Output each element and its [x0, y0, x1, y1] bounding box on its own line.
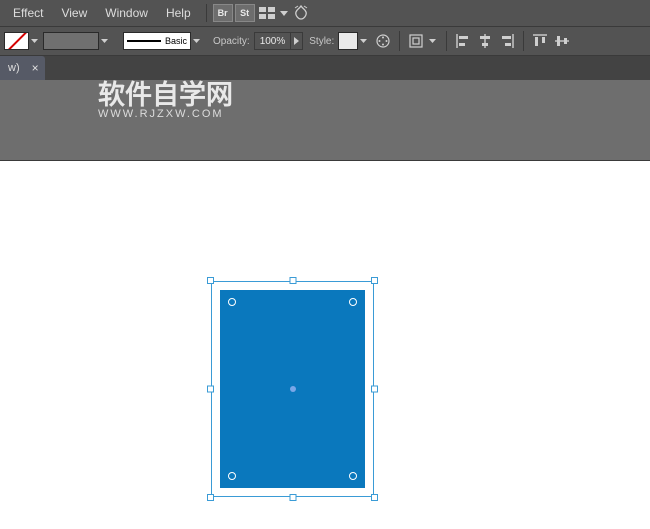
opacity-chevron-icon[interactable]	[291, 32, 303, 50]
artboard-edge	[0, 160, 650, 161]
resize-handle[interactable]	[289, 494, 296, 501]
watermark-cn: 软件自学网	[98, 80, 233, 110]
bridge-icon[interactable]: Br	[213, 4, 233, 22]
chevron-down-icon[interactable]	[279, 4, 289, 22]
brush-definition[interactable]: Basic	[123, 32, 191, 50]
document-tab-label: w)	[8, 62, 20, 74]
watermark: 软件自学网 WWW.RJZXW.COM	[98, 80, 233, 120]
gpu-preview-icon[interactable]	[291, 4, 311, 22]
separator	[399, 31, 400, 51]
separator	[446, 31, 447, 51]
stroke-style-label: Basic	[165, 36, 187, 46]
opacity-label: Opacity:	[213, 36, 250, 47]
align-left-icon[interactable]	[452, 30, 474, 52]
stroke-swatch[interactable]	[43, 32, 99, 50]
menu-window[interactable]: Window	[96, 0, 157, 26]
resize-handle[interactable]	[371, 277, 378, 284]
recolor-artwork-icon[interactable]	[372, 30, 394, 52]
options-bar: Basic Opacity: 100% Style:	[0, 26, 650, 56]
resize-handle[interactable]	[371, 386, 378, 393]
align-hcenter-icon[interactable]	[474, 30, 496, 52]
document-tab-bar: w) ×	[0, 56, 650, 80]
align-top-icon[interactable]	[529, 30, 551, 52]
menu-effect[interactable]: Effect	[4, 0, 52, 26]
brush-dropdown-icon[interactable]	[191, 39, 201, 43]
separator	[523, 31, 524, 51]
resize-handle[interactable]	[371, 494, 378, 501]
menu-view[interactable]: View	[52, 0, 96, 26]
document-tab[interactable]: w) ×	[0, 56, 45, 80]
opacity-input[interactable]: 100%	[254, 32, 292, 50]
resize-handle[interactable]	[207, 494, 214, 501]
align-vcenter-icon[interactable]	[551, 30, 573, 52]
menu-bar: Effect View Window Help Br St	[0, 0, 650, 26]
graphic-style-swatch[interactable]	[338, 32, 358, 50]
close-icon[interactable]: ×	[32, 61, 39, 75]
style-dropdown-icon[interactable]	[358, 39, 368, 43]
center-point-icon[interactable]	[290, 386, 296, 392]
align-to-selection-icon[interactable]	[405, 30, 427, 52]
align-right-icon[interactable]	[496, 30, 518, 52]
stroke-preview-line	[127, 40, 161, 42]
resize-handle[interactable]	[207, 277, 214, 284]
stock-icon[interactable]: St	[235, 4, 255, 22]
style-label: Style:	[309, 36, 334, 47]
fill-swatch[interactable]	[4, 32, 29, 50]
resize-handle[interactable]	[207, 386, 214, 393]
resize-handle[interactable]	[289, 277, 296, 284]
menu-help[interactable]: Help	[157, 0, 200, 26]
menu-divider	[206, 4, 207, 22]
selection-bounding-box[interactable]	[211, 281, 374, 497]
pasteboard-area: 软件自学网 WWW.RJZXW.COM	[0, 80, 650, 160]
fill-dropdown-icon[interactable]	[29, 39, 39, 43]
stroke-dropdown-icon[interactable]	[99, 39, 109, 43]
artboard[interactable]	[0, 160, 650, 529]
arrange-documents-icon[interactable]	[257, 4, 277, 22]
align-to-dropdown-icon[interactable]	[427, 39, 437, 43]
watermark-en: WWW.RJZXW.COM	[98, 108, 233, 120]
